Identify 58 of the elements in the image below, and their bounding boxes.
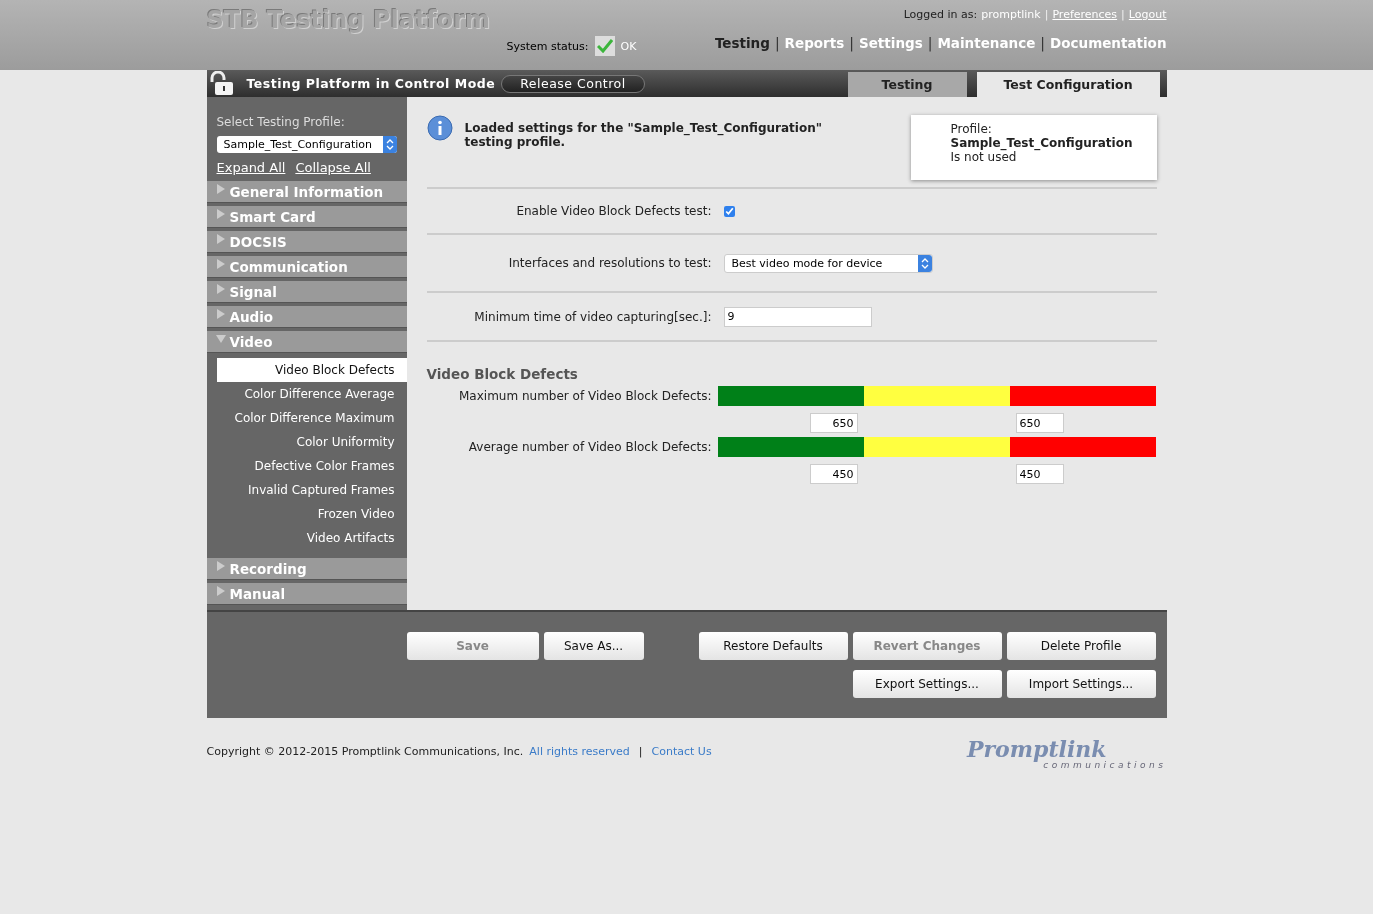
input-field[interactable]: 650 <box>1015 413 1064 433</box>
threshold-label: Maximum number of Video Block Defects: <box>458 389 712 403</box>
sidebar-item[interactable]: Color Difference Maximum <box>216 406 407 430</box>
sidebar-item[interactable]: Color Uniformity <box>216 430 407 454</box>
profile-select[interactable]: Sample_Test_Configuration <box>216 136 397 153</box>
profile-select-label: Select Testing Profile: <box>216 115 346 129</box>
profile-label: Profile: <box>950 122 993 136</box>
sidebar-item[interactable]: Video Artifacts <box>216 526 407 550</box>
sidebar-item[interactable]: Video Block Defects <box>216 358 407 382</box>
separator: | <box>927 35 933 51</box>
separator: | <box>1121 8 1125 21</box>
input-field[interactable]: 9 <box>723 306 872 327</box>
sidebar-item[interactable]: Frozen Video <box>216 502 407 526</box>
field-label: Enable Video Block Defects test: <box>515 204 712 218</box>
sidebar-item[interactable]: Defective Color Frames <box>216 454 407 478</box>
status-label: System status: <box>506 39 589 53</box>
footer-link[interactable]: Contact Us <box>651 744 712 758</box>
logo-wordmark: Promptlink <box>966 738 1107 760</box>
sidebar-item[interactable]: Invalid Captured Frames <box>216 478 407 502</box>
tab[interactable]: Test Configuration <box>976 72 1160 97</box>
separator: | <box>638 744 643 758</box>
logo-tagline: communications <box>1043 760 1167 770</box>
nav-link[interactable]: Testing <box>714 35 770 51</box>
separator: | <box>1044 8 1049 21</box>
control-mode-text: Testing Platform in Control Mode <box>246 76 496 91</box>
input-field[interactable]: 650 <box>809 413 858 433</box>
field-label: Interfaces and resolutions to test: <box>507 256 712 270</box>
profile-name: Sample_Test_Configuration <box>950 136 1134 150</box>
action-button[interactable]: Save As... <box>543 632 644 660</box>
section-heading: Video Block Defects <box>426 366 579 382</box>
status-text: OK <box>620 39 637 53</box>
input-field[interactable]: 450 <box>809 464 858 484</box>
stepper-icon <box>920 257 929 269</box>
sidebar-item[interactable]: Color Difference Average <box>216 382 407 406</box>
input-field[interactable]: 450 <box>1015 464 1064 484</box>
stepper-icon <box>385 139 394 150</box>
threshold-label: Average number of Video Block Defects: <box>467 440 712 454</box>
field-label: Minimum time of video capturing[sec.]: <box>473 309 712 324</box>
action-button[interactable]: Delete Profile <box>1006 632 1156 660</box>
action-button[interactable]: Export Settings... <box>852 670 1002 698</box>
info-message: Loaded settings for the "Sample_Test_Configuration" testing profile. <box>464 121 823 149</box>
username: promptlink <box>981 8 1041 21</box>
logged-in-label: Logged in as: <box>903 8 978 21</box>
resolution-select[interactable]: Best video mode for device <box>723 253 933 273</box>
separator: | <box>1040 35 1046 51</box>
collapse-all-link[interactable]: Collapse All <box>295 160 371 175</box>
checkbox[interactable] <box>723 205 735 217</box>
info-icon <box>426 115 453 141</box>
action-button[interactable]: Restore Defaults <box>698 632 848 660</box>
footer-link[interactable]: All rights reserved <box>529 744 630 758</box>
tab[interactable]: Testing <box>847 72 967 97</box>
profile-status: Is not used <box>950 150 1017 164</box>
separator: | <box>849 35 854 51</box>
separator: | <box>774 35 780 51</box>
copyright-text: Copyright © 2012-2015 Promptlink Communications, Inc. <box>206 744 524 758</box>
expand-all-link[interactable]: Expand All <box>216 160 286 175</box>
action-button[interactable]: Import Settings... <box>1006 670 1156 698</box>
release-control-button[interactable]: Release Control <box>501 74 645 93</box>
